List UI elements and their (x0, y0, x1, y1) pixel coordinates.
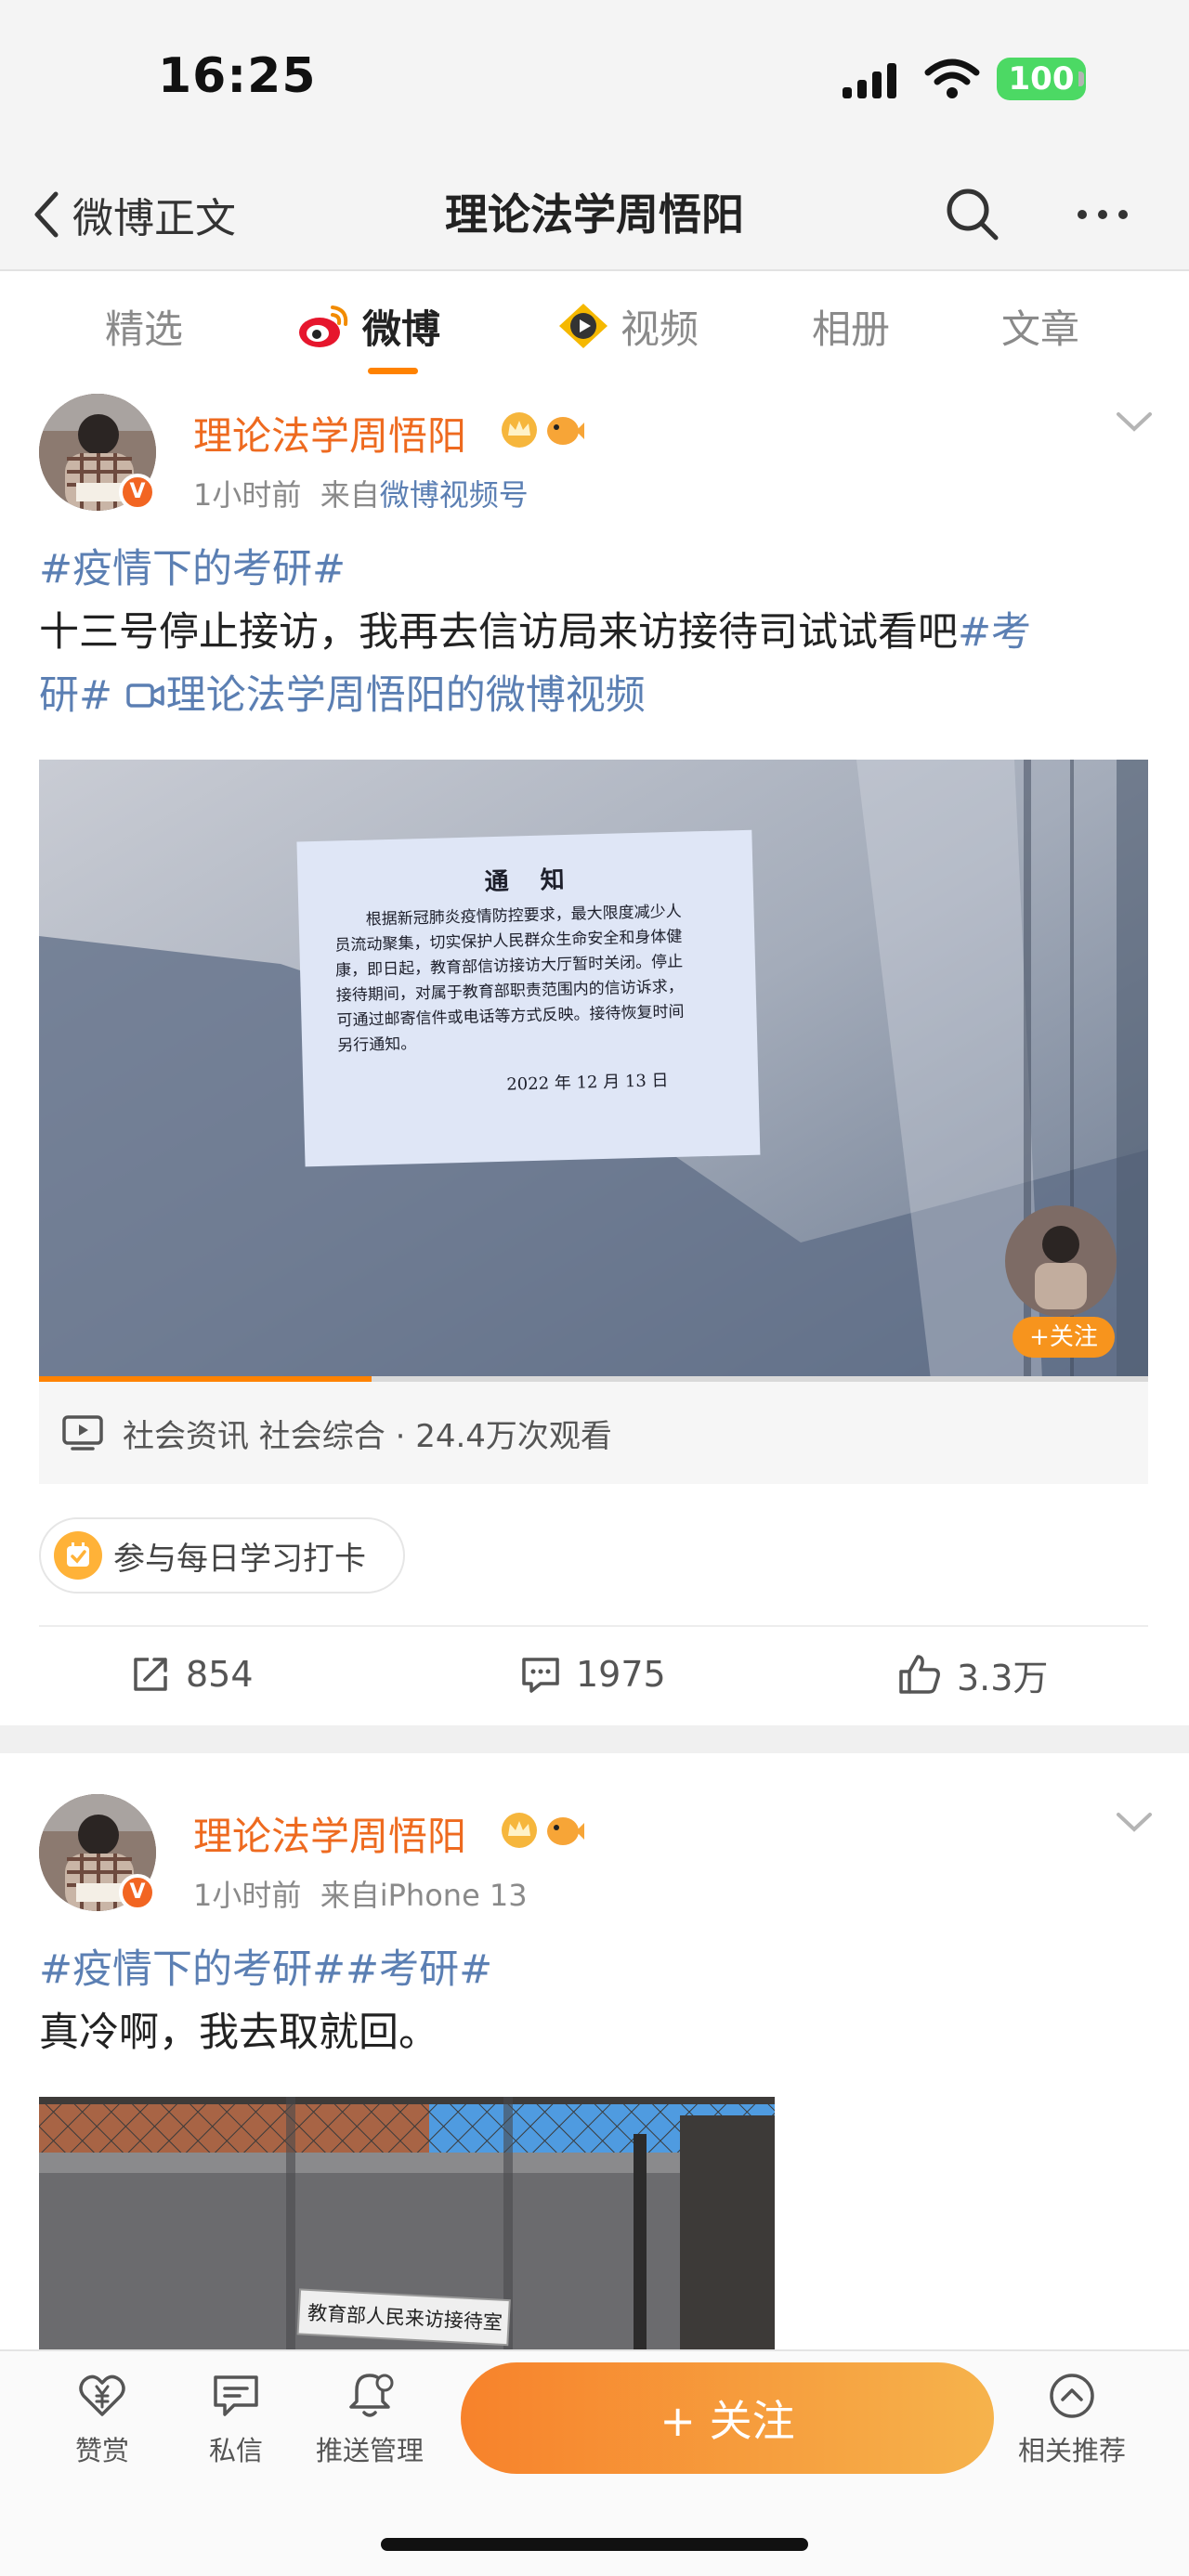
video-camera-icon (125, 683, 164, 708)
repost-icon (134, 1658, 167, 1691)
search-icon[interactable] (940, 182, 1005, 247)
tab-video-label: 视频 (621, 306, 699, 352)
calendar-check-icon (54, 1531, 102, 1580)
crown-badge-icon (502, 412, 537, 448)
post-time: 1小时前 (193, 1878, 302, 1913)
weibo-logo-icon (299, 306, 348, 347)
reward-button[interactable]: 赞赏 (46, 2370, 158, 2468)
post-tag-end[interactable]: 研# (39, 672, 112, 719)
page-title: 理论法学周悟阳 (445, 189, 744, 240)
cellular-signal-icon (843, 63, 896, 98)
post-meta: 1小时前 来自微博视频号 (193, 472, 529, 514)
battery-indicator: 100 (997, 58, 1086, 100)
tab-featured[interactable]: 精选 (105, 297, 183, 355)
chevron-up-circle-icon (1050, 2374, 1094, 2418)
chevron-down-icon[interactable] (1115, 407, 1154, 435)
post-source: iPhone 13 (379, 1878, 528, 1913)
repost-count: 854 (186, 1654, 254, 1695)
notice-date: 2022 年 12 月 13 日 (506, 1071, 669, 1095)
post-actions: 854 1975 3.3万 (39, 1625, 1148, 1720)
comment-button[interactable]: 1975 (520, 1627, 666, 1722)
author-name[interactable]: 理论法学周悟阳 (193, 405, 466, 462)
post-meta: 1小时前 来自iPhone 13 (193, 1872, 528, 1915)
fish-badge-icon (547, 1817, 584, 1845)
status-time: 16:25 (158, 48, 317, 104)
tab-weibo[interactable]: 微博 (297, 297, 440, 355)
fish-badge-icon (547, 417, 584, 445)
notice-body: 根据新冠肺炎疫情防控要求，最大限度减少人 员流动聚集，切实保护人民群众生命安全和… (304, 891, 753, 1060)
active-tab-indicator (368, 368, 418, 374)
video-player[interactable]: 通 知 根据新冠肺炎疫情防控要求，最大限度减少人 员流动聚集，切实保护人民群众生… (39, 760, 1148, 1380)
home-indicator[interactable] (381, 2538, 808, 2551)
notice-paper: 通 知 根据新冠肺炎疫情防控要求，最大限度减少人 员流动聚集，切实保护人民群众生… (303, 836, 757, 1159)
tab-album[interactable]: 相册 (812, 297, 890, 355)
reward-label: 赞赏 (74, 2435, 129, 2466)
like-count: 3.3万 (957, 1657, 1049, 1698)
post-topic-tag[interactable]: #疫情下的考研# (39, 539, 346, 600)
battery-tip (1078, 72, 1084, 86)
related-button[interactable]: 相关推荐 (1016, 2370, 1128, 2468)
author-badges (500, 410, 585, 449)
checkin-chip[interactable]: 参与每日学习打卡 (39, 1517, 405, 1594)
message-button[interactable]: 私信 (180, 2370, 292, 2468)
post-topic-tags[interactable]: #疫情下的考研##考研# (39, 1939, 492, 2000)
nav-bar: 微博正文 理论法学周悟阳 (0, 158, 1189, 271)
checkin-label: 参与每日学习打卡 (113, 1540, 366, 1578)
verified-badge: V (119, 1874, 156, 1911)
video-tab-icon (559, 304, 608, 348)
verified-badge: V (119, 474, 156, 511)
chevron-down-icon[interactable] (1115, 1807, 1154, 1835)
video-info: 社会资讯 社会综合 · 24.4万次观看 (39, 1382, 1148, 1484)
author-badges (500, 1811, 585, 1850)
video-link-label: 理论法学周悟阳的微博视频 (165, 672, 646, 719)
related-label: 相关推荐 (1017, 2435, 1126, 2466)
post-text: 十三号停止接访，我再去信访局来访接待司试试看吧 (39, 609, 958, 656)
repost-button[interactable]: 854 (130, 1627, 254, 1722)
video-screen-icon (62, 1415, 103, 1451)
comment-count: 1975 (576, 1654, 666, 1695)
tab-article[interactable]: 文章 (1001, 297, 1079, 355)
post-from: 来自 (320, 477, 380, 513)
video-follow-button[interactable]: +关注 (1013, 1317, 1115, 1358)
post-separator (0, 1725, 1189, 1753)
post-from: 来自 (320, 1878, 380, 1913)
message-icon (214, 2375, 258, 2416)
reward-icon (79, 2374, 125, 2416)
crown-badge-icon (502, 1813, 537, 1848)
wifi-icon (924, 59, 980, 98)
post-time: 1小时前 (193, 477, 302, 513)
profile-tabs: 精选 微博 视频 相册 文章 (0, 271, 1189, 381)
post-text: 真冷啊，我去取就回。 (39, 2010, 438, 2056)
comment-icon (522, 1658, 559, 1693)
message-label: 私信 (208, 2435, 263, 2466)
video-link[interactable]: 理论法学周悟阳的微博视频 (125, 672, 646, 719)
like-button[interactable]: 3.3万 (897, 1627, 1048, 1722)
push-settings-button[interactable]: 推送管理 (314, 2370, 425, 2468)
bell-settings-icon (349, 2374, 394, 2417)
follow-button[interactable]: + 关注 (461, 2362, 994, 2474)
tab-video[interactable]: 视频 (557, 297, 699, 355)
post-tag-start[interactable]: #考 (958, 609, 1031, 656)
post-text-line-2: 研# 理论法学周悟阳的微博视频 (39, 665, 646, 726)
push-settings-label: 推送管理 (315, 2435, 424, 2466)
thumbs-up-icon (899, 1655, 940, 1694)
post-photo[interactable]: 教育部人民来访接待室 (39, 2097, 775, 2349)
post-text-line: 十三号停止接访，我再去信访局来访接待司试试看吧#考 (39, 602, 1031, 663)
tab-weibo-label: 微博 (362, 306, 441, 352)
status-bar: 16:25 100 (0, 0, 1189, 158)
post-source[interactable]: 微博视频号 (380, 477, 529, 513)
more-icon[interactable] (1070, 182, 1135, 247)
author-name[interactable]: 理论法学周悟阳 (193, 1805, 466, 1862)
video-meta-text: 社会资讯 社会综合 · 24.4万次观看 (123, 1417, 612, 1455)
